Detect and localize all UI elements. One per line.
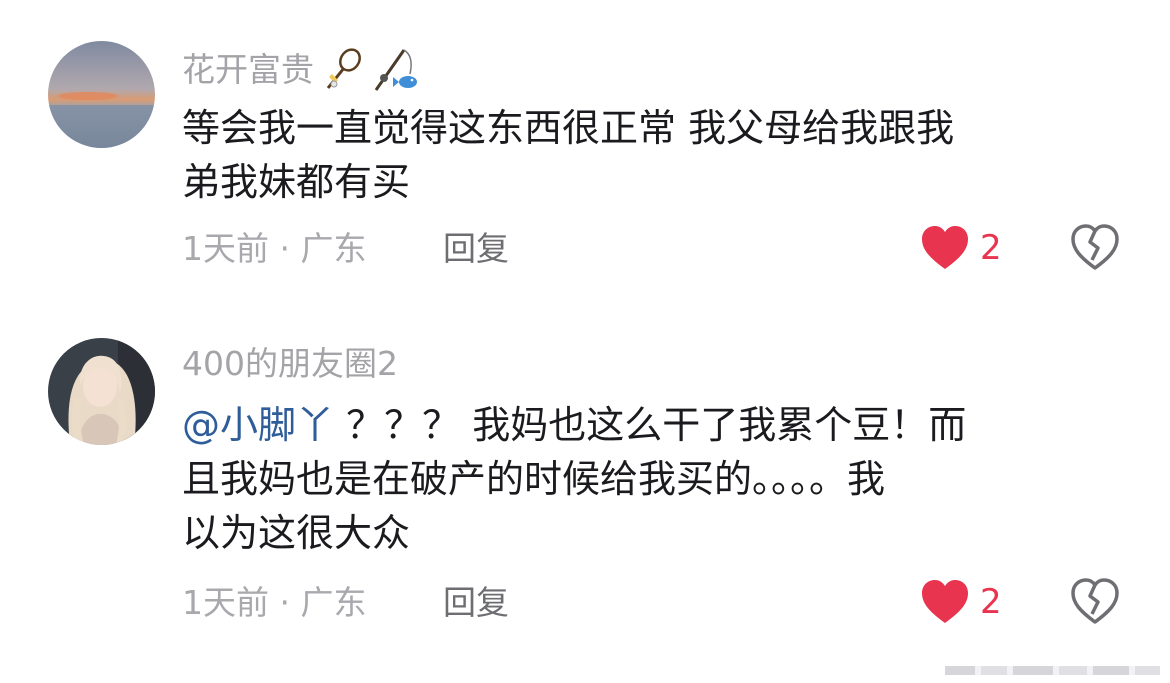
- reply-button[interactable]: 回复: [443, 583, 509, 623]
- comment-line: 且我妈也是在破产的时候给我买的。。。。我: [182, 457, 886, 501]
- username[interactable]: 400的朋友圈2: [182, 344, 398, 384]
- mention-link[interactable]: @小脚丫: [182, 403, 334, 447]
- avatar-portrait-image: [48, 338, 155, 445]
- dislike-button[interactable]: [1070, 578, 1120, 626]
- comment-line: @小脚丫 ？？？ 我妈也这么干了我累个豆！而: [182, 398, 1112, 452]
- heart-icon: [922, 580, 968, 623]
- like-button[interactable]: 2: [920, 579, 1002, 625]
- username-text: 400的朋友圈2: [182, 344, 398, 383]
- watermark-strip: [945, 666, 1160, 675]
- broken-heart-icon: [1071, 578, 1119, 624]
- watermark-graphic: [945, 666, 1160, 675]
- time-location: 1天前 · 广东: [182, 583, 367, 622]
- like-count: 2: [980, 582, 1002, 622]
- avatar[interactable]: [48, 338, 155, 445]
- comment-line-text: ？？？ 我妈也这么干了我累个豆！而: [346, 403, 967, 447]
- comment-body: @小脚丫 ？？？ 我妈也这么干了我累个豆！而 且我妈也是在破产的时候给我买的。。…: [182, 398, 1112, 560]
- comment-item: 400的朋友圈2 @小脚丫 ？？？ 我妈也这么干了我累个豆！而 且我妈也是在破产…: [0, 0, 1170, 683]
- comment-line: 以为这很大众: [182, 511, 411, 555]
